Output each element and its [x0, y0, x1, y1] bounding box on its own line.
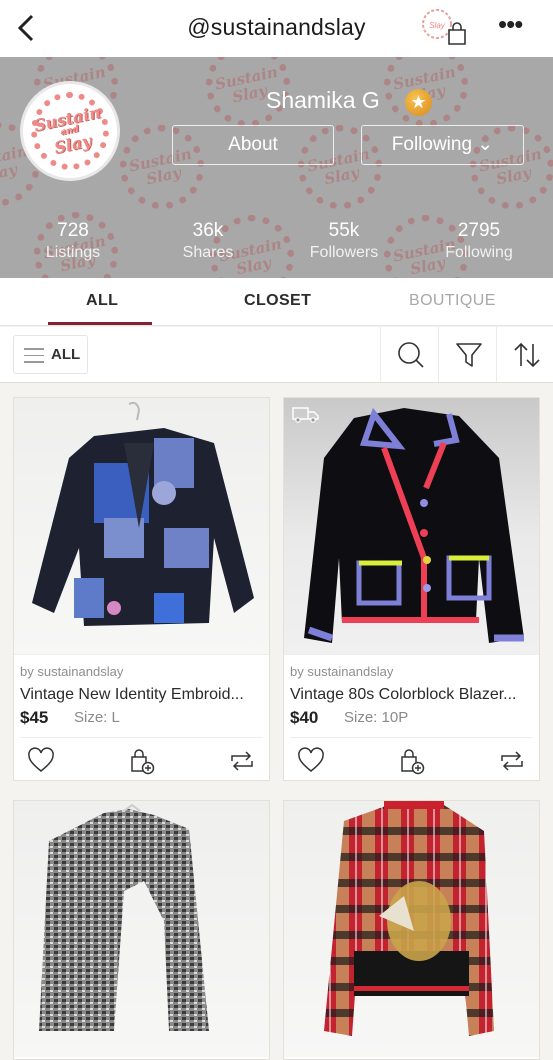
- divider: [20, 737, 263, 738]
- stat-followers[interactable]: 55k Followers: [289, 220, 399, 264]
- listing-size: Size: 10P: [344, 709, 409, 726]
- listing-meta: by sustainandslay Vintage 80s Colorblock…: [284, 654, 539, 780]
- listing-photo[interactable]: [284, 398, 539, 654]
- stat-following[interactable]: 2795 Following: [424, 220, 534, 264]
- profile-name: Shamika G: [266, 87, 380, 113]
- divider: [290, 737, 533, 738]
- star-icon: ★: [405, 89, 432, 116]
- jacket-image: [32, 401, 254, 626]
- listing-meta: by sustainandslay Vintage New Identity E…: [14, 654, 269, 780]
- listing-title[interactable]: Vintage New Identity Embroid...: [20, 686, 244, 704]
- like-heart-icon[interactable]: [27, 747, 55, 775]
- more-options-icon[interactable]: •••: [498, 11, 526, 38]
- category-dropdown[interactable]: ALL: [13, 335, 88, 374]
- listing-photo[interactable]: [284, 801, 539, 1057]
- filter-button[interactable]: [438, 327, 496, 382]
- listing-seller[interactable]: by sustainandslay: [290, 664, 393, 679]
- listing-card[interactable]: by sustainandslay Vintage New Identity E…: [13, 397, 270, 781]
- filter-icon: [456, 343, 482, 367]
- listing-price: $40: [290, 708, 319, 727]
- listing-seller[interactable]: by sustainandslay: [20, 664, 123, 679]
- listing-card[interactable]: by sustainandslay Vintage 80s Colorblock…: [283, 397, 540, 781]
- blazer-image: [304, 407, 524, 643]
- add-to-bundle-icon[interactable]: [398, 747, 426, 775]
- tab-boutique[interactable]: BOUTIQUE: [409, 292, 496, 310]
- shopping-bag-icon[interactable]: Slay: [420, 8, 470, 48]
- following-button[interactable]: Following ⌄: [361, 125, 524, 165]
- filter-bar: ALL: [0, 327, 553, 383]
- listing-title[interactable]: Vintage 80s Colorblock Blazer...: [290, 686, 517, 704]
- share-icon[interactable]: [498, 747, 526, 775]
- closet-tabs: ALL CLOSET BOUTIQUE: [0, 278, 553, 326]
- listing-price: $45: [20, 708, 49, 727]
- search-button[interactable]: [380, 327, 438, 382]
- search-icon: [398, 342, 424, 368]
- top-bar: @sustainandslay Slay •••: [0, 0, 553, 57]
- profile-cover: Sustain Slay Sustain Slay Sustain Slay S…: [0, 57, 553, 278]
- listing-photo[interactable]: [14, 801, 269, 1057]
- tab-all[interactable]: ALL: [86, 292, 118, 310]
- stat-listings[interactable]: 728 Listings: [18, 220, 128, 264]
- menu-icon: [24, 348, 44, 363]
- tweed-jacket-image: [39, 803, 209, 1031]
- sort-icon: [514, 342, 540, 368]
- avatar-logo-text: Sustain and Slay: [32, 102, 103, 158]
- add-to-bundle-icon[interactable]: [128, 747, 156, 775]
- share-icon[interactable]: [228, 747, 256, 775]
- listing-card[interactable]: [13, 800, 270, 1060]
- listing-photo[interactable]: [14, 398, 269, 654]
- plaid-bomber-image: [324, 801, 494, 1036]
- shipping-truck-icon: [292, 407, 319, 423]
- like-heart-icon[interactable]: [297, 747, 325, 775]
- sort-button[interactable]: [496, 327, 553, 382]
- page-title: @sustainandslay: [187, 14, 366, 40]
- avatar[interactable]: Sustain and Slay: [20, 81, 120, 181]
- svg-text:Slay: Slay: [429, 21, 446, 30]
- listing-size: Size: L: [74, 709, 120, 726]
- profile-stats: 728 Listings 36k Shares 55k Followers 2795 F…: [0, 220, 553, 270]
- about-button[interactable]: About: [172, 125, 334, 165]
- tab-closet[interactable]: CLOSET: [244, 292, 311, 310]
- listing-card[interactable]: [283, 800, 540, 1060]
- active-tab-indicator: [48, 322, 152, 325]
- stat-shares[interactable]: 36k Shares: [153, 220, 263, 264]
